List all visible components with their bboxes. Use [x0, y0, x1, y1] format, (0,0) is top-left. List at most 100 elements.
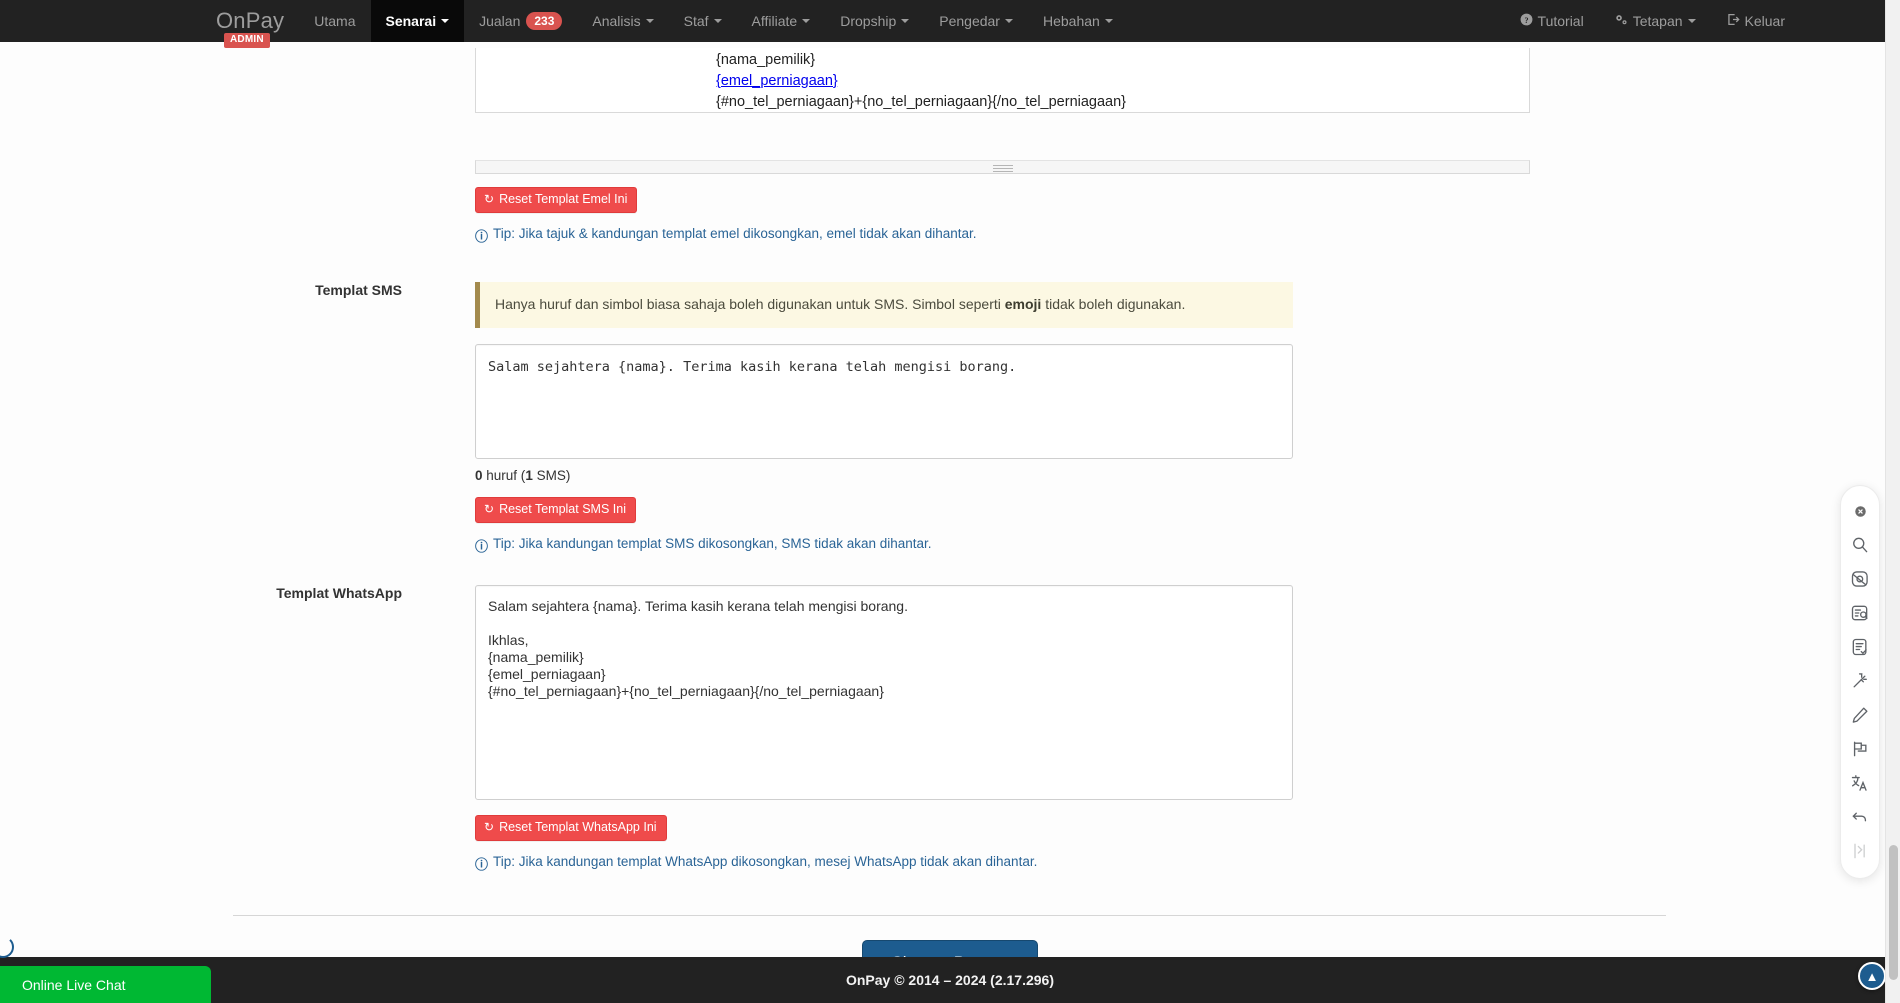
editor-resize-handle[interactable] — [475, 160, 1530, 174]
document-check-icon[interactable] — [1843, 630, 1877, 664]
sms-tip-text: Tip: Jika kandungan templat SMS dikosong… — [493, 535, 932, 551]
navbar-right-group: ? Tutorial Tetapan Keluar — [1505, 0, 1800, 42]
sms-template-label: Templat SMS — [315, 282, 402, 298]
nav-item-senarai[interactable]: Senarai — [370, 0, 465, 42]
floating-tool-rail — [1840, 485, 1880, 879]
page-scrollbar[interactable] — [1885, 0, 1900, 1003]
email-business-link[interactable]: {emel_perniagaan} — [716, 73, 838, 89]
reset-sms-template-label: Reset Templat SMS Ini — [499, 501, 626, 516]
question-circle-icon: ? — [1520, 13, 1533, 29]
brand-logo[interactable]: OnPay ADMIN — [216, 0, 299, 48]
form-divider — [233, 915, 1666, 916]
flag-icon[interactable] — [1843, 732, 1877, 766]
page-footer: OnPay © 2014 – 2024 (2.17.296) — [0, 957, 1900, 1003]
email-tip: ⓘ Tip: Jika tajuk & kandungan templat em… — [475, 226, 1293, 245]
refresh-icon: ↻ — [484, 820, 495, 835]
whatsapp-actions: ↻ Reset Templat WhatsApp Ini — [475, 815, 1293, 841]
nav-item-dropship[interactable]: Dropship — [825, 0, 924, 42]
email-line: {#no_tel_perniagaan}+{no_tel_perniagaan}… — [716, 94, 1127, 110]
nav-item-jualan[interactable]: Jualan 233 — [464, 0, 577, 42]
image-search-icon[interactable] — [1843, 562, 1877, 596]
sms-tip: ⓘ Tip: Jika kandungan templat SMS dikoso… — [475, 536, 1293, 555]
sms-counter-tail: SMS) — [532, 467, 571, 483]
email-template-editor[interactable]: {nama_pemilik} {emel_perniagaan} {#no_te… — [475, 48, 1530, 113]
chevron-down-icon — [713, 19, 722, 23]
email-line-link-wrapper: {emel_perniagaan} — [716, 71, 1529, 92]
nav-item-label: Jualan — [479, 13, 521, 29]
chevron-down-icon — [1687, 19, 1696, 23]
nav-item-affiliate[interactable]: Affiliate — [737, 0, 826, 42]
email-line: {nama_pemilik} — [716, 52, 816, 68]
whatsapp-tip-text: Tip: Jika kandungan templat WhatsApp dik… — [493, 854, 1038, 869]
nav-item-keluar[interactable]: Keluar — [1711, 0, 1800, 42]
info-icon: ⓘ — [475, 229, 489, 244]
nav-item-label: Pengedar — [939, 13, 1000, 29]
nav-item-label: Senarai — [385, 13, 437, 29]
page-body: {nama_pemilik} {emel_perniagaan} {#no_te… — [0, 42, 1900, 985]
whatsapp-template-textarea[interactable] — [475, 585, 1293, 800]
close-icon[interactable] — [1843, 494, 1877, 528]
sms-message-count: 1 — [525, 467, 533, 483]
pencil-icon[interactable] — [1843, 698, 1877, 732]
sms-warning-bold: emoji — [1004, 296, 1042, 312]
sms-char-count: 0 — [475, 467, 483, 483]
nav-item-analisis[interactable]: Analisis — [577, 0, 668, 42]
chevron-down-icon — [1104, 19, 1113, 23]
sms-template-field: Hanya huruf dan simbol biasa sahaja bole… — [475, 282, 1293, 555]
nav-item-label: Tutorial — [1537, 13, 1584, 29]
brand-label: OnPay — [216, 8, 285, 33]
nav-item-tetapan[interactable]: Tetapan — [1599, 0, 1711, 42]
reset-email-template-button[interactable]: ↻ Reset Templat Emel Ini — [475, 187, 638, 213]
info-icon: ⓘ — [475, 857, 489, 872]
nav-item-label: Dropship — [840, 13, 897, 29]
chevron-down-icon — [901, 19, 910, 23]
info-icon: ⓘ — [475, 538, 489, 554]
split-icon[interactable] — [1843, 834, 1877, 868]
whatsapp-tip: ⓘ Tip: Jika kandungan templat WhatsApp d… — [475, 854, 1293, 873]
translate-icon[interactable] — [1843, 766, 1877, 800]
online-live-chat-tab[interactable]: Online Live Chat — [0, 966, 211, 1003]
nav-item-label: Hebahan — [1042, 13, 1100, 29]
email-template-content: {nama_pemilik} {emel_perniagaan} {#no_te… — [476, 48, 1529, 112]
sms-character-counter: 0 huruf (1 SMS) — [475, 468, 1293, 483]
undo-icon[interactable] — [1843, 800, 1877, 834]
reset-email-template-label: Reset Templat Emel Ini — [499, 192, 628, 206]
chevron-down-icon — [645, 19, 654, 23]
document-search-icon[interactable] — [1843, 596, 1877, 630]
navbar-left-group: OnPay ADMIN Utama Senarai Jualan 233 Ana… — [216, 0, 1128, 48]
online-live-chat-label: Online Live Chat — [22, 976, 126, 993]
refresh-icon: ↻ — [484, 501, 495, 516]
sms-counter-unit: huruf ( — [486, 467, 526, 483]
nav-item-utama[interactable]: Utama — [299, 0, 370, 42]
sms-actions: ↻ Reset Templat SMS Ini — [475, 496, 1293, 523]
refresh-icon: ↻ — [484, 192, 495, 207]
email-actions: ↻ Reset Templat Emel Ini ⓘ Tip: Jika taj… — [475, 187, 1293, 245]
gears-icon — [1614, 13, 1628, 29]
sms-warning-prefix: Hanya huruf dan simbol biasa sahaja bole… — [495, 296, 1005, 312]
whatsapp-template-field: ↻ Reset Templat WhatsApp Ini ⓘ Tip: Jika… — [475, 585, 1293, 873]
sms-template-textarea[interactable] — [475, 343, 1293, 459]
nav-item-tutorial[interactable]: ? Tutorial — [1505, 0, 1599, 42]
nav-item-label: Tetapan — [1632, 13, 1683, 29]
nav-item-staf[interactable]: Staf — [669, 0, 737, 42]
sms-warning-suffix: tidak boleh digunakan. — [1041, 296, 1186, 312]
magic-wand-icon[interactable] — [1843, 664, 1877, 698]
chevron-up-icon: ▲ — [1865, 968, 1879, 984]
nav-item-hebahan[interactable]: Hebahan — [1028, 0, 1128, 42]
scroll-to-top-button[interactable]: ▲ — [1858, 962, 1886, 990]
logout-icon — [1726, 13, 1740, 29]
chevron-down-icon — [802, 19, 811, 23]
chevron-down-icon — [1004, 19, 1013, 23]
reset-whatsapp-template-button[interactable]: ↻ Reset Templat WhatsApp Ini — [475, 815, 667, 841]
reset-sms-template-button[interactable]: ↻ Reset Templat SMS Ini — [475, 496, 636, 523]
footer-copyright: OnPay © 2014 – 2024 (2.17.296) — [845, 972, 1054, 988]
jualan-count-badge: 233 — [526, 12, 563, 30]
nav-item-label: Keluar — [1744, 13, 1785, 29]
search-icon[interactable] — [1843, 528, 1877, 562]
whatsapp-template-label: Templat WhatsApp — [276, 585, 402, 601]
nav-item-pengedar[interactable]: Pengedar — [924, 0, 1028, 42]
nav-item-label: Affiliate — [751, 13, 798, 29]
svg-text:?: ? — [1524, 16, 1528, 25]
nav-item-label: Staf — [683, 13, 709, 29]
scrollbar-thumb[interactable] — [1889, 845, 1898, 980]
